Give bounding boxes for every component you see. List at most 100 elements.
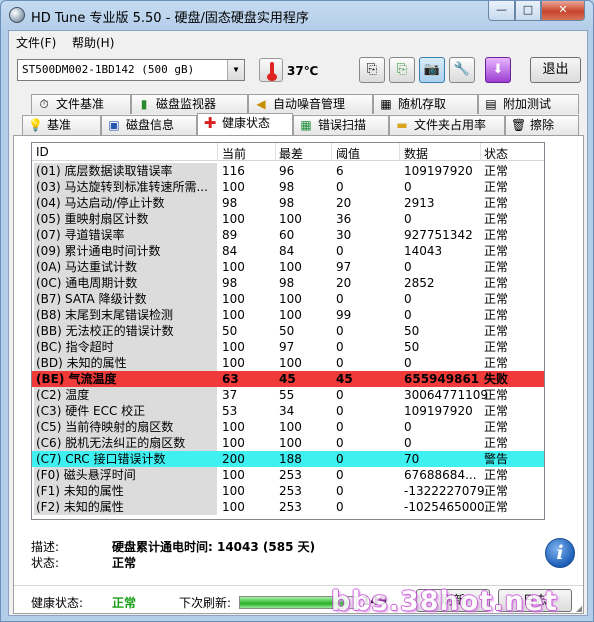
table-row[interactable]: (07) 寻道错误率 89 60 30 927751342 正常 (32, 227, 544, 243)
red-cross-icon: ✚ (203, 114, 217, 132)
cell-id: (09) 累计通电时间计数 (36, 244, 161, 258)
folder-icon: ▬ (396, 118, 408, 132)
cell-current: 53 (222, 404, 238, 418)
column-header-threshold[interactable]: 阈值 (336, 145, 360, 162)
column-header-worst[interactable]: 最差 (279, 145, 303, 162)
maximize-button[interactable]: □ (515, 1, 541, 21)
cell-data: 109197920 (404, 404, 473, 418)
table-row[interactable]: (C2) 温度 37 55 0 30064771109 正常 (32, 387, 544, 403)
toolbar: ST500DM002-1BD142 (500 gB) ▼ 37℃ ⎘ ⎘ 📷 🔧… (9, 53, 587, 89)
menu-help[interactable]: 帮助(H) (72, 34, 114, 51)
close-button[interactable]: ✕ (541, 1, 585, 21)
cell-status: 正常 (484, 164, 509, 178)
info-icon[interactable]: i (545, 538, 575, 568)
table-row[interactable]: (C6) 脱机无法纠正的扇区数 100 100 0 0 正常 (32, 435, 544, 451)
cell-threshold: 0 (336, 404, 344, 418)
minimize-button[interactable]: — (488, 1, 515, 21)
table-row[interactable]: (0C) 通电周期计数 98 98 20 2852 正常 (32, 275, 544, 291)
cell-data: 2852 (404, 276, 435, 290)
cell-id: (C5) 当前待映射的扇区数 (36, 420, 174, 434)
hd-tune-app-icon (9, 7, 25, 23)
table-row[interactable]: (03) 马达旋转到标准转速所需... 100 98 0 0 正常 (32, 179, 544, 195)
cell-status: 警告 (484, 452, 509, 466)
cell-status: 正常 (484, 436, 509, 450)
table-row[interactable]: (04) 马达启动/停止计数 98 98 20 2913 正常 (32, 195, 544, 211)
drive-select[interactable]: ST500DM002-1BD142 (500 gB) ▼ (17, 59, 245, 81)
column-header-current[interactable]: 当前 (222, 145, 246, 162)
exit-button[interactable]: 退出 (530, 57, 581, 83)
tab-folder-usage[interactable]: ▬ 文件夹占用率 (389, 115, 505, 135)
tab-erase[interactable]: 🗑 擦除 (505, 115, 579, 135)
table-row[interactable]: (05) 重映射扇区计数 100 100 36 0 正常 (32, 211, 544, 227)
cell-worst: 100 (279, 356, 302, 370)
save-download-button[interactable]: ⬇ (485, 57, 511, 83)
title-bar[interactable]: HD Tune 专业版 5.50 - 硬盘/固态硬盘实用程序 — □ ✕ (1, 1, 593, 29)
cell-status: 正常 (484, 484, 509, 498)
cell-data: 655949861 (404, 372, 480, 386)
column-header-data[interactable]: 数据 (404, 145, 428, 162)
smart-attributes-table[interactable]: ID 当前 最差 阈值 数据 状态 (01) 底层数据读取错误率 116 96 6 10… (31, 142, 545, 520)
cell-id: (F2) 未知的属性 (36, 500, 124, 514)
cell-data: 109197920 (404, 164, 473, 178)
table-row[interactable]: (B7) SATA 降级计数 100 100 0 0 正常 (32, 291, 544, 307)
column-header-id[interactable]: ID (36, 145, 49, 159)
cell-data: 30064771109 (404, 388, 488, 402)
table-row[interactable]: (F0) 磁头悬浮时间 100 253 0 67688684... 正常 (32, 467, 544, 483)
cell-current: 116 (222, 164, 245, 178)
table-row[interactable]: (F2) 未知的属性 100 253 0 -1025465000 正常 (32, 499, 544, 515)
column-header-status[interactable]: 状态 (484, 145, 508, 162)
tab-health[interactable]: ✚ 健康状态 (197, 113, 293, 135)
copy-all-button[interactable]: ⎘ (389, 57, 415, 83)
lightbulb-icon: 💡 (28, 118, 43, 132)
table-row[interactable]: (B8) 末尾到末尾错误检测 100 100 99 0 正常 (32, 307, 544, 323)
cell-worst: 50 (279, 324, 295, 338)
error-scan-icon: ▦ (300, 118, 312, 132)
disk-info-icon: ▣ (108, 118, 120, 132)
table-row[interactable]: (0A) 马达重试计数 100 100 97 0 正常 (32, 259, 544, 275)
table-row[interactable]: (BB) 无法校正的错误计数 50 50 0 50 正常 (32, 323, 544, 339)
cell-threshold: 0 (336, 500, 344, 514)
tab-disk-monitor[interactable]: ▮ 磁盘监视器 (131, 94, 248, 114)
table-row[interactable]: (01) 底层数据读取错误率 116 96 6 109197920 正常 (32, 163, 544, 179)
table-row[interactable]: (BC) 指令超时 100 97 0 50 正常 (32, 339, 544, 355)
cell-threshold: 0 (336, 244, 344, 258)
cell-status: 正常 (484, 356, 509, 370)
cell-worst: 188 (279, 452, 302, 466)
cell-worst: 253 (279, 468, 302, 482)
tab-disk-info[interactable]: ▣ 磁盘信息 (101, 115, 197, 135)
table-row[interactable]: (C7) CRC 接口错误计数 200 188 0 70 警告 (32, 451, 544, 467)
chevron-down-icon[interactable]: ▼ (227, 60, 244, 80)
resize-grip[interactable]: ◢ (576, 604, 586, 614)
table-row[interactable]: (C5) 当前待映射的扇区数 100 100 0 0 正常 (32, 419, 544, 435)
tab-file-benchmark[interactable]: ⏱ 文件基准 (31, 94, 131, 114)
cell-worst: 253 (279, 500, 302, 514)
tab-label: 附加测试 (503, 97, 552, 111)
table-row[interactable]: (09) 累计通电时间计数 84 84 0 14043 正常 (32, 243, 544, 259)
tab-extra-tests[interactable]: ▤ 附加测试 (478, 94, 579, 114)
table-row[interactable]: (BD) 未知的属性 100 100 0 0 正常 (32, 355, 544, 371)
table-header: ID 当前 最差 阈值 数据 状态 (32, 143, 544, 162)
menu-file[interactable]: 文件(F) (16, 34, 56, 51)
options-button[interactable]: 🔧 (449, 57, 475, 83)
tab-error-scan[interactable]: ▦ 错误扫描 (293, 115, 389, 135)
table-row[interactable]: (BE) 气流温度 63 45 45 655949861 失败 (32, 371, 544, 387)
table-row[interactable]: (C3) 硬件 ECC 校正 53 34 0 109197920 正常 (32, 403, 544, 419)
description-value: 硬盘累计通电时间: 14043 (585 天) (112, 540, 316, 554)
cell-worst: 98 (279, 196, 295, 210)
tab-benchmark[interactable]: 💡 基准 (22, 115, 101, 135)
cell-status: 失败 (484, 372, 509, 386)
cell-worst: 45 (279, 372, 296, 386)
tab-label: 健康状态 (222, 116, 271, 130)
client-area: 文件(F) 帮助(H) ST500DM002-1BD142 (500 gB) ▼… (8, 30, 588, 616)
cell-worst: 100 (279, 292, 302, 306)
arrow-down-icon: ⬇ (492, 62, 504, 77)
cell-status: 正常 (484, 388, 509, 402)
tab-random-access[interactable]: ▦ 随机存取 (373, 94, 478, 114)
table-row[interactable]: (F1) 未知的属性 100 253 0 -1322227079 正常 (32, 483, 544, 499)
screenshot-button[interactable]: 📷 (419, 57, 445, 83)
copy-info-button[interactable]: ⎘ (359, 57, 385, 83)
cell-current: 84 (222, 244, 238, 258)
tab-noise-management[interactable]: ◀ 自动噪音管理 (248, 94, 373, 114)
cell-threshold: 0 (336, 180, 344, 194)
cell-threshold: 20 (336, 276, 352, 290)
